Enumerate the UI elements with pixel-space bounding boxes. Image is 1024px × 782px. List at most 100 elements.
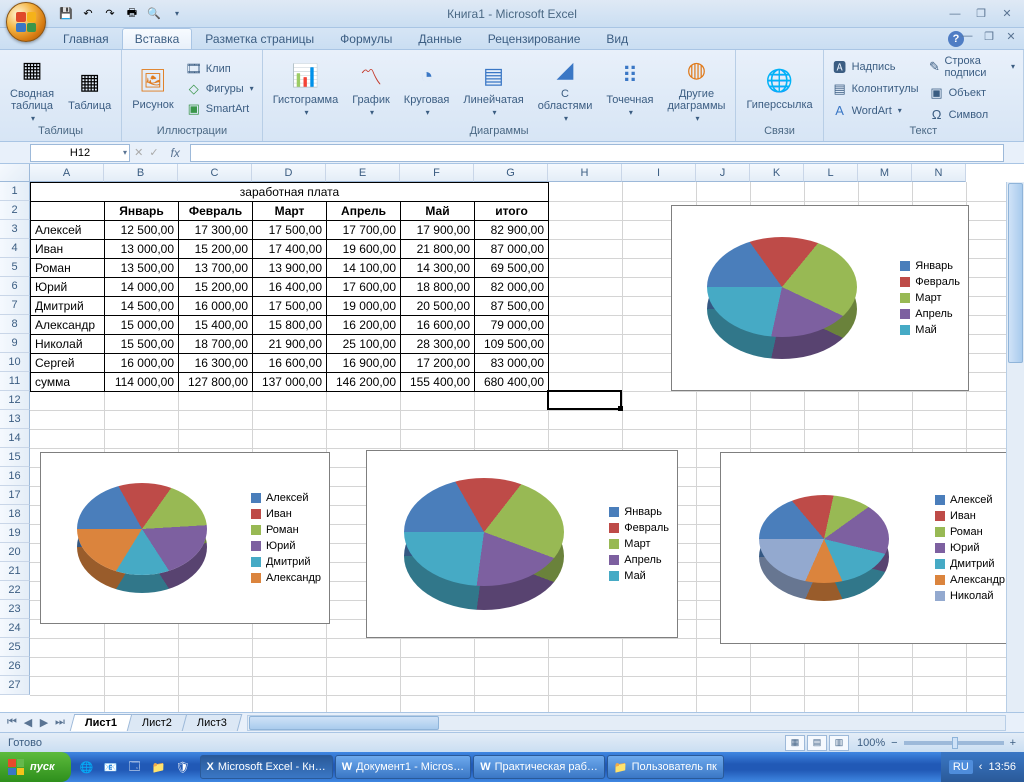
row-header[interactable]: 2 <box>0 201 30 220</box>
minimize-button[interactable]: — <box>944 6 966 22</box>
row-header[interactable]: 19 <box>0 524 30 543</box>
row-header[interactable]: 3 <box>0 220 30 239</box>
table-button[interactable]: ▦ Таблица <box>62 64 117 114</box>
column-header[interactable]: M <box>858 164 912 182</box>
quicklaunch-icon[interactable]: 📧 <box>101 757 121 777</box>
ribbon-tab[interactable]: Формулы <box>327 28 405 49</box>
worksheet-area[interactable]: ABCDEFGHIJKLMN 1234567891011121314151617… <box>0 164 1024 712</box>
signature-line-button[interactable]: ✎Строка подписи <box>925 53 1019 81</box>
view-page-break-button[interactable]: ▥ <box>829 735 849 751</box>
column-header[interactable]: F <box>400 164 474 182</box>
wordart-button[interactable]: AWordArt <box>828 101 923 121</box>
row-header[interactable]: 27 <box>0 676 30 695</box>
row-header[interactable]: 15 <box>0 448 30 467</box>
mdi-minimize[interactable]: — <box>958 30 976 43</box>
horizontal-scrollbar[interactable] <box>247 715 1006 731</box>
column-header[interactable]: A <box>30 164 104 182</box>
row-header[interactable]: 12 <box>0 391 30 410</box>
row-header[interactable]: 11 <box>0 372 30 391</box>
redo-icon[interactable]: ↷ <box>102 6 118 22</box>
column-headers[interactable]: ABCDEFGHIJKLMN <box>30 164 966 182</box>
column-header[interactable]: D <box>252 164 326 182</box>
row-header[interactable]: 13 <box>0 410 30 429</box>
row-headers[interactable]: 1234567891011121314151617181920212223242… <box>0 182 30 695</box>
cancel-formula-icon[interactable]: ✕ <box>134 146 143 160</box>
formula-input[interactable] <box>190 144 1004 162</box>
taskbar-button[interactable]: XMicrosoft Excel - Кн… <box>200 755 333 779</box>
smartart-button[interactable]: ▣SmartArt <box>182 99 258 119</box>
enter-formula-icon[interactable]: ✓ <box>149 146 158 160</box>
row-header[interactable]: 6 <box>0 277 30 296</box>
textbox-button[interactable]: 🅰Надпись <box>828 57 923 77</box>
other-charts-button[interactable]: ◍Другие диаграммы <box>661 52 731 125</box>
undo-icon[interactable]: ↶ <box>80 6 96 22</box>
zoom-out-button[interactable]: − <box>891 737 897 749</box>
vscroll-thumb[interactable] <box>1008 183 1023 363</box>
row-header[interactable]: 20 <box>0 543 30 562</box>
shapes-button[interactable]: ◇Фигуры <box>182 79 258 99</box>
pivot-table-button[interactable]: ▦ Сводная таблица <box>4 52 60 125</box>
ribbon-tab[interactable]: Главная <box>50 28 122 49</box>
row-header[interactable]: 7 <box>0 296 30 315</box>
hyperlink-button[interactable]: 🌐Гиперссылка <box>740 63 818 113</box>
qat-customize-icon[interactable] <box>168 6 184 22</box>
select-all-button[interactable] <box>0 164 30 182</box>
row-header[interactable]: 18 <box>0 505 30 524</box>
row-header[interactable]: 17 <box>0 486 30 505</box>
ribbon-tab[interactable]: Рецензирование <box>475 28 594 49</box>
quicklaunch-icon[interactable]: 🛡 <box>173 757 193 777</box>
row-header[interactable]: 10 <box>0 353 30 372</box>
scatter-chart-button[interactable]: ⠿Точечная <box>600 58 659 119</box>
row-header[interactable]: 14 <box>0 429 30 448</box>
language-indicator[interactable]: RU <box>949 760 973 774</box>
ribbon-tab[interactable]: Вид <box>593 28 641 49</box>
headerfooter-button[interactable]: ▤Колонтитулы <box>828 79 923 99</box>
row-header[interactable]: 25 <box>0 638 30 657</box>
object-button[interactable]: ▣Объект <box>925 83 1019 103</box>
column-header[interactable]: L <box>804 164 858 182</box>
cell-grid[interactable]: заработная платаЯнварьФевральМартАпрельМ… <box>30 182 1024 712</box>
column-header[interactable]: K <box>750 164 804 182</box>
quick-print-icon[interactable]: 🖶 <box>124 6 140 22</box>
column-header[interactable]: E <box>326 164 400 182</box>
row-header[interactable]: 21 <box>0 562 30 581</box>
close-button[interactable]: ✕ <box>996 6 1018 22</box>
office-button[interactable] <box>6 2 46 42</box>
quicklaunch-icon[interactable]: 📁 <box>149 757 169 777</box>
row-header[interactable]: 22 <box>0 581 30 600</box>
mdi-close[interactable]: ✕ <box>1002 30 1020 43</box>
pie-chart-object[interactable]: ЯнварьФевральМартАпрельМай <box>671 205 969 391</box>
area-chart-button[interactable]: ◢С областями <box>532 52 599 125</box>
column-header[interactable]: I <box>622 164 696 182</box>
zoom-in-button[interactable]: + <box>1010 737 1016 749</box>
taskbar-button[interactable]: 📁Пользователь пк <box>607 755 724 779</box>
clock[interactable]: 13:56 <box>988 761 1016 773</box>
quicklaunch-icon[interactable]: 🗔 <box>125 757 145 777</box>
column-header[interactable]: B <box>104 164 178 182</box>
taskbar-button[interactable]: WПрактическая раб… <box>473 755 605 779</box>
symbol-button[interactable]: ΩСимвол <box>925 105 1019 125</box>
pie-chart-object[interactable]: ЯнварьФевральМартАпрельМай <box>366 450 678 638</box>
sheet-tab[interactable]: Лист3 <box>182 714 243 731</box>
tray-icon[interactable]: ‹ <box>979 761 983 773</box>
taskbar-button[interactable]: WДокумент1 - Micros… <box>335 755 471 779</box>
column-header[interactable]: H <box>548 164 622 182</box>
vertical-scrollbar[interactable] <box>1006 182 1024 712</box>
mdi-restore[interactable]: ❐ <box>980 30 998 43</box>
ribbon-tab[interactable]: Вставка <box>122 28 193 49</box>
bar-chart-button[interactable]: ▤Линейчатая <box>457 58 529 119</box>
tab-nav-prev[interactable]: ◀ <box>20 716 36 729</box>
row-header[interactable]: 9 <box>0 334 30 353</box>
pie-chart-object[interactable]: АлексейИванРоманЮрийДмитрийАлександрНико… <box>720 452 1014 644</box>
column-header[interactable]: C <box>178 164 252 182</box>
print-preview-icon[interactable]: 🔍 <box>146 6 162 22</box>
hscroll-thumb[interactable] <box>249 716 439 730</box>
quicklaunch-icon[interactable]: 🌐 <box>77 757 97 777</box>
ribbon-tab[interactable]: Данные <box>405 28 474 49</box>
zoom-slider[interactable] <box>904 741 1004 745</box>
row-header[interactable]: 8 <box>0 315 30 334</box>
zoom-slider-thumb[interactable] <box>952 737 958 749</box>
column-header[interactable]: J <box>696 164 750 182</box>
pie-chart-object[interactable]: АлексейИванРоманЮрийДмитрийАлександр <box>40 452 330 624</box>
row-header[interactable]: 5 <box>0 258 30 277</box>
